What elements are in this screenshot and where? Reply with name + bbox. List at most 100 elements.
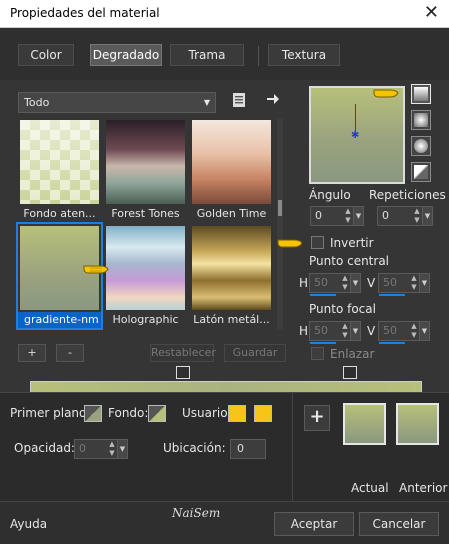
chevron-down-icon[interactable]: ▼ bbox=[419, 322, 429, 340]
spin-arrows-icon[interactable]: ▲ ▼ bbox=[340, 322, 350, 340]
user-color-swatch-1[interactable] bbox=[228, 405, 246, 422]
focal-h-field[interactable]: 50 ▲ ▼ ▼ bbox=[309, 321, 361, 344]
center-v-field[interactable]: 50 ▲ ▼ ▼ bbox=[378, 273, 430, 296]
gradient-tile-fondo[interactable]: Fondo aten... bbox=[18, 118, 101, 222]
chevron-down-icon[interactable]: ▼ bbox=[350, 322, 360, 340]
add-swatch-button[interactable]: + bbox=[304, 405, 330, 431]
gradient-tile-golden-time[interactable]: Golden Time bbox=[190, 118, 273, 222]
location-field[interactable]: 0 bbox=[230, 439, 266, 459]
gradient-label: Fondo aten... bbox=[23, 207, 96, 220]
radial-style-button[interactable] bbox=[411, 162, 431, 182]
angle-label: Ángulo bbox=[309, 188, 351, 202]
spin-arrows-icon[interactable]: ▲ ▼ bbox=[412, 207, 422, 225]
ok-button[interactable]: Aceptar bbox=[274, 512, 354, 536]
foreground-swatch[interactable] bbox=[84, 405, 102, 422]
current-preview bbox=[343, 403, 386, 445]
center-h-field[interactable]: 50 ▲ ▼ ▼ bbox=[309, 273, 361, 296]
gradient-tile-holographic[interactable]: Holographic bbox=[104, 224, 187, 328]
linear-style-button[interactable] bbox=[411, 84, 431, 104]
gradient-menu-icon[interactable] bbox=[232, 92, 246, 108]
midpoint-marker-top-right[interactable] bbox=[343, 366, 357, 379]
opacity-field[interactable]: 0 ▲ ▼ ▼ bbox=[74, 439, 128, 459]
center-point-label: Punto central bbox=[309, 254, 390, 268]
rectangular-style-button[interactable] bbox=[411, 110, 431, 130]
arrow-right-icon[interactable] bbox=[266, 92, 280, 106]
tab-gradient[interactable]: Degradado bbox=[90, 44, 162, 66]
chevron-down-icon[interactable]: ▼ bbox=[117, 440, 127, 458]
focal-point-label: Punto focal bbox=[309, 302, 376, 316]
gradient-tile-laton-metalico[interactable]: Latón metál... bbox=[190, 224, 273, 328]
window-title: Propiedades del material bbox=[10, 6, 160, 20]
footer-divider bbox=[292, 393, 293, 501]
spin-arrows-icon[interactable]: ▲ ▼ bbox=[409, 274, 419, 292]
chevron-down-icon[interactable]: ▼ bbox=[353, 207, 363, 225]
focal-v-label: V bbox=[367, 324, 376, 338]
center-marker-icon[interactable]: ✱ bbox=[351, 131, 359, 141]
location-label: Ubicación: bbox=[163, 441, 226, 455]
title-bar: Propiedades del material ✕ bbox=[0, 0, 449, 28]
linear-gradient-icon bbox=[414, 87, 428, 101]
tab-color[interactable]: Color bbox=[18, 44, 74, 66]
chevron-down-icon[interactable]: ▼ bbox=[350, 274, 360, 292]
value-bar bbox=[310, 294, 336, 296]
hand-pointer-icon bbox=[276, 234, 306, 252]
tab-texture[interactable]: Textura bbox=[268, 44, 340, 66]
opacity-value: 0 bbox=[79, 442, 86, 455]
scrollbar-thumb[interactable] bbox=[278, 200, 282, 216]
angle-field[interactable]: 0 ▲ ▼ ▼ bbox=[310, 206, 364, 226]
gradient-swatch bbox=[192, 120, 271, 204]
watermark-logo: NaiSem bbox=[172, 506, 221, 520]
tab-divider bbox=[258, 46, 259, 66]
background-swatch[interactable] bbox=[148, 405, 166, 422]
gradient-panel: Todo ▼ Fondo aten... Forest Tones Golden… bbox=[0, 80, 449, 392]
chevron-down-icon[interactable]: ▼ bbox=[422, 207, 432, 225]
repeats-value: 0 bbox=[382, 209, 389, 222]
gradient-swatch bbox=[106, 226, 185, 310]
invert-label: Invertir bbox=[330, 236, 374, 250]
sunburst-style-button[interactable] bbox=[411, 136, 431, 156]
tab-bar: Color Degradado Trama Textura bbox=[0, 28, 449, 80]
focal-v-field[interactable]: 50 ▲ ▼ ▼ bbox=[378, 321, 430, 344]
location-value: 0 bbox=[237, 442, 244, 455]
sunburst-gradient-icon bbox=[414, 139, 428, 153]
gradient-swatch bbox=[106, 120, 185, 204]
gradient-list-scrollbar[interactable] bbox=[277, 118, 283, 330]
button-bar: Ayuda NaiSem Aceptar Cancelar bbox=[0, 501, 449, 544]
close-icon[interactable]: ✕ bbox=[424, 2, 439, 23]
gradient-label: Golden Time bbox=[196, 207, 267, 220]
gradient-swatch bbox=[192, 226, 271, 310]
current-label: Actual bbox=[351, 481, 389, 495]
cancel-button[interactable]: Cancelar bbox=[359, 512, 439, 536]
spin-arrows-icon[interactable]: ▲ ▼ bbox=[343, 207, 353, 225]
gradient-grid: Fondo aten... Forest Tones Golden Time g… bbox=[16, 118, 274, 330]
tab-pattern[interactable]: Trama bbox=[170, 44, 244, 66]
invert-checkbox[interactable] bbox=[311, 236, 324, 249]
foreground-label: Primer plano: bbox=[10, 406, 91, 420]
midpoint-marker-top-left[interactable] bbox=[176, 366, 190, 379]
user-label: Usuario: bbox=[182, 406, 232, 420]
focal-h-value: 50 bbox=[314, 324, 328, 337]
hand-pointer-icon bbox=[82, 260, 112, 278]
hand-pointer-icon bbox=[372, 84, 402, 102]
previous-preview[interactable] bbox=[396, 403, 439, 445]
focal-h-label: H bbox=[299, 324, 309, 338]
rectangular-gradient-icon bbox=[414, 113, 428, 127]
user-color-swatch-2[interactable] bbox=[254, 405, 272, 422]
center-v-label: V bbox=[367, 276, 376, 290]
category-dropdown[interactable]: Todo ▼ bbox=[18, 92, 216, 113]
help-link[interactable]: Ayuda bbox=[10, 517, 47, 531]
chevron-down-icon[interactable]: ▼ bbox=[419, 274, 429, 292]
spin-arrows-icon[interactable]: ▲ ▼ bbox=[340, 274, 350, 292]
center-v-value: 50 bbox=[383, 276, 397, 289]
repeats-field[interactable]: 0 ▲ ▼ ▼ bbox=[377, 206, 433, 226]
gradient-editor bbox=[0, 357, 449, 410]
spin-arrows-icon[interactable]: ▲ ▼ bbox=[409, 322, 419, 340]
gradient-tile-forest-tones[interactable]: Forest Tones bbox=[104, 118, 187, 222]
value-bar bbox=[379, 342, 405, 344]
spin-arrows-icon[interactable]: ▲ ▼ bbox=[107, 440, 117, 458]
gradient-swatch bbox=[20, 120, 99, 204]
gradient-label: gradiente-nm bbox=[18, 312, 101, 328]
repeats-label: Repeticiones bbox=[369, 188, 446, 202]
gradient-label: Forest Tones bbox=[111, 207, 180, 220]
center-h-label: H bbox=[299, 276, 309, 290]
